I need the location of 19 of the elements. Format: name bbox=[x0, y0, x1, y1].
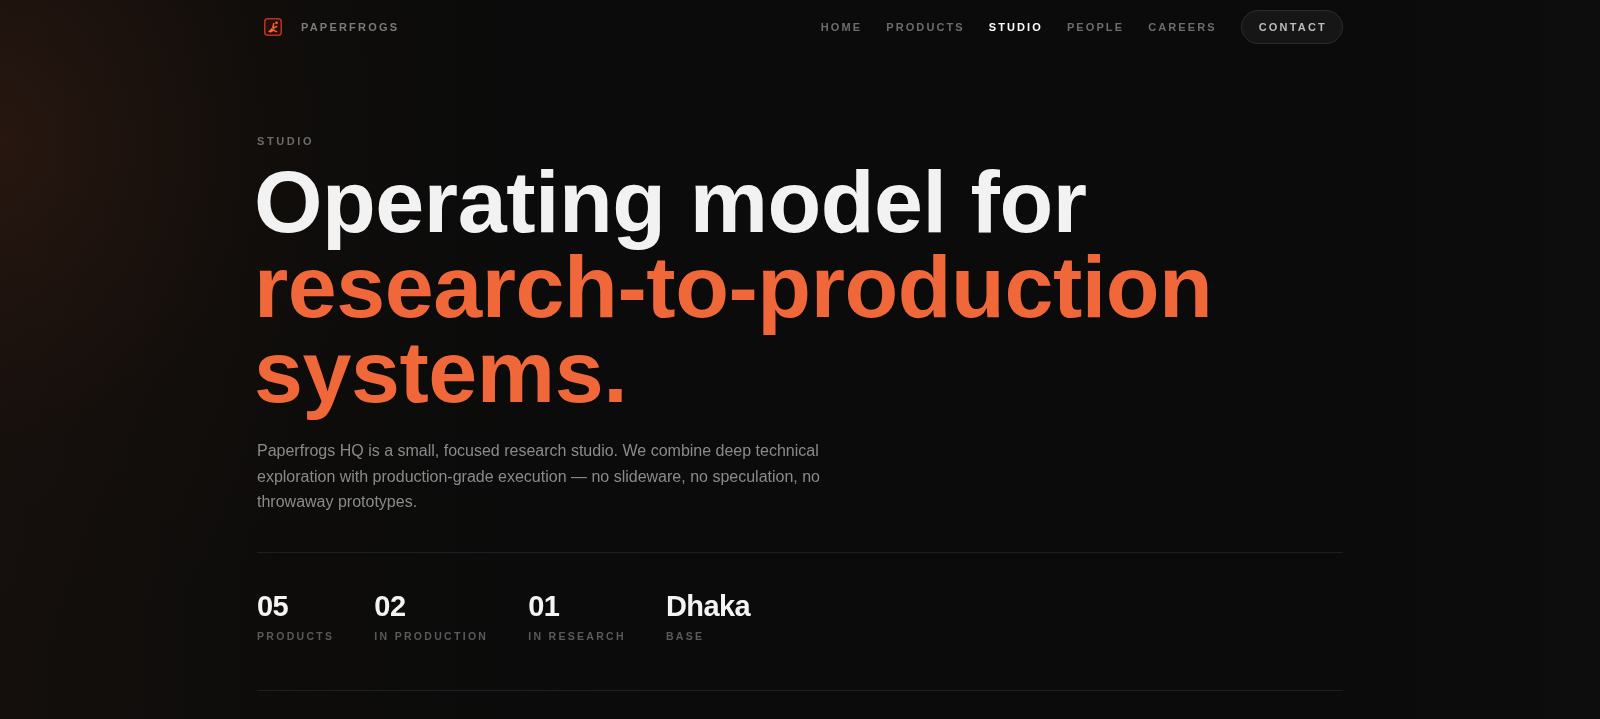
contact-button[interactable]: CONTACT bbox=[1240, 10, 1343, 44]
stat-label: PRODUCTS bbox=[257, 628, 335, 643]
logo-icon bbox=[264, 18, 282, 36]
nav-link[interactable]: CAREERS bbox=[1148, 21, 1217, 33]
hero-heading: Operating model for research-to-production systems. bbox=[254, 159, 1214, 422]
stat-label: BASE bbox=[665, 628, 706, 643]
stat-label: IN RESEARCH bbox=[528, 628, 626, 643]
stat-value: 01 bbox=[528, 589, 561, 622]
nav-link[interactable]: PRODUCTS bbox=[886, 21, 965, 33]
nav-link[interactable]: HOME bbox=[820, 21, 863, 33]
stat-label: IN PRODUCTION bbox=[374, 628, 489, 643]
nav-link[interactable]: STUDIO bbox=[988, 21, 1043, 33]
stat-value: 05 bbox=[257, 589, 290, 622]
stat-value: 02 bbox=[374, 589, 407, 622]
stat-value: Dhaka bbox=[665, 589, 751, 622]
hero-description: Paperfrogs HQ is a small, focused research studio. We combine deep technical exploration with production-grade execution — no slideware, no speculation, no throwaway prototypes. bbox=[257, 441, 821, 512]
section-eyebrow: STUDIO bbox=[257, 134, 315, 148]
brand-link[interactable]: PAPERFROGS bbox=[264, 18, 400, 36]
nav-link[interactable]: PEOPLE bbox=[1066, 21, 1125, 33]
